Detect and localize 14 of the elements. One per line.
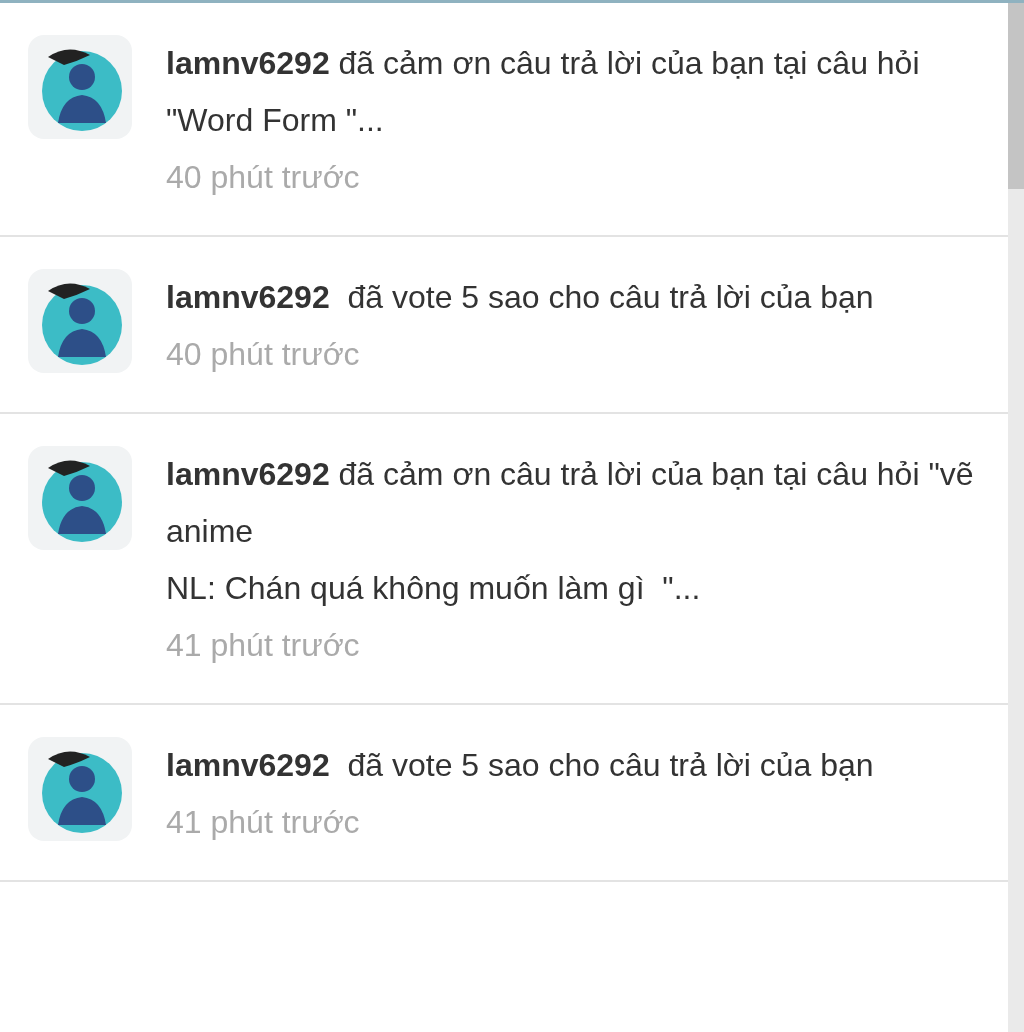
notification-item[interactable]: lamnv6292 đã cảm ơn câu trả lời của bạn tại câu hỏi "vẽ anime NL: Chán quá không muốn làm gì "... 41 phút trước (0, 414, 1008, 705)
notification-text: lamnv6292 đã cảm ơn câu trả lời của bạn tại câu hỏi "vẽ anime NL: Chán quá không muốn làm gì "... (166, 455, 975, 608)
notification-time: 41 phút trước (166, 803, 361, 842)
notification-text: lamnv6292 đã cảm ơn câu trả lời của bạn tại câu hỏi "Word Form "... (166, 44, 921, 140)
notification-text: lamnv6292 đã vote 5 sao cho câu trả lời của bạn (166, 278, 875, 317)
notification-text: lamnv6292 đã vote 5 sao cho câu trả lời của bạn (166, 746, 875, 785)
notification-time: 41 phút trước (166, 626, 361, 665)
notification-time: 40 phút trước (166, 335, 361, 374)
scrollbar-thumb[interactable] (1008, 3, 1024, 189)
notification-item[interactable]: lamnv6292 đã vote 5 sao cho câu trả lời của bạn 41 phút trước (0, 705, 1008, 882)
notification-item[interactable]: lamnv6292 đã cảm ơn câu trả lời của bạn tại câu hỏi "Word Form "... 40 phút trước (0, 3, 1008, 237)
notification-item[interactable]: lamnv6292 đã vote 5 sao cho câu trả lời của bạn 40 phút trước (0, 237, 1008, 414)
scrollbar[interactable] (1008, 3, 1024, 1032)
notification-time: 40 phút trước (166, 158, 361, 197)
